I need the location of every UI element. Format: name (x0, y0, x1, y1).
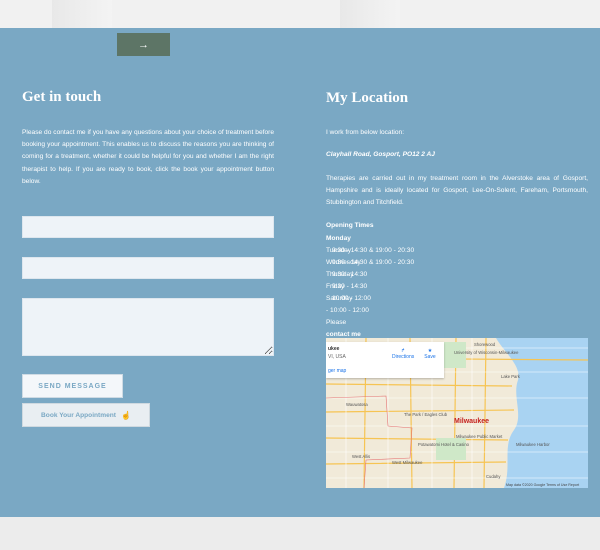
opening-times: Opening Times Monday Tuesday 9:30 - 14:3… (326, 220, 486, 340)
map-label: West Allis (352, 454, 371, 459)
hours-times: 10:00 - 12:00 (332, 295, 371, 302)
hours-times: 9:30 - 14:30 & 19:00 - 20:30 (332, 247, 415, 254)
map-attribution: Map data ©2020 Google Terms of Use Repor… (506, 483, 580, 487)
arrow-right-icon: → (138, 38, 149, 51)
embedded-google-map[interactable]: ukee VI, USA ger map ↱ Directions ★ Save M… (326, 338, 588, 488)
hours-times: 9:30 - 14:30 & 19:00 - 20:30 (332, 259, 415, 266)
map-label: The Park / Eagles Club (404, 412, 448, 417)
decorative-leaf-image (52, 0, 112, 28)
hours-day: Monday (326, 235, 351, 242)
top-hero-strip (0, 0, 600, 28)
map-city-label: Milwaukee (454, 418, 490, 425)
larger-map-link[interactable]: ger map (328, 368, 346, 374)
contact-title: Get in touch (22, 89, 102, 105)
email-input[interactable] (22, 257, 274, 279)
location-intro: I work from below location: (326, 129, 405, 136)
contact-me-link[interactable]: contact me (326, 331, 361, 338)
map-label: Lake Park (501, 374, 520, 379)
next-arrow-button[interactable]: → (117, 33, 170, 56)
save-button[interactable]: ★ Save (420, 348, 440, 360)
decorative-leaf-image (340, 0, 400, 28)
hours-times: 9:30 - 14:30 (332, 271, 368, 278)
map-label: Cudahy (486, 474, 501, 479)
save-label: Save (424, 354, 436, 360)
map-label: Shorewood (474, 342, 496, 347)
hours-note: Please (326, 319, 347, 326)
contact-description: Please do contact me if you have any que… (22, 129, 274, 185)
map-label: Wauwatosa (346, 402, 368, 407)
directions-button[interactable]: ↱ Directions (392, 348, 414, 360)
send-message-button[interactable]: SEND MESSAGE (22, 374, 123, 398)
map-label: University of Wisconsin-Milwaukee (454, 350, 519, 355)
location-address: Clayhall Road, Gosport, PO12 2 AJ (326, 151, 435, 158)
hours-times: 9:30 - 14:30 (332, 283, 368, 290)
location-title: My Location (326, 90, 409, 106)
book-appointment-button[interactable]: Book Your Appointment ☝ (22, 403, 150, 427)
location-description: Therapies are carried out in my treatmen… (326, 175, 588, 206)
bottom-strip (0, 517, 600, 550)
map-label: West Milwaukee (392, 460, 423, 465)
pointer-icon: ☝ (121, 410, 131, 420)
message-textarea[interactable] (22, 298, 274, 356)
directions-label: Directions (392, 354, 415, 360)
hours-times: - 10:00 - 12:00 (326, 307, 369, 314)
map-label: Potawatomi Hotel & Casino (418, 442, 469, 447)
opening-times-title: Opening Times (326, 222, 374, 229)
map-place-card: ukee VI, USA ger map ↱ Directions ★ Save (326, 342, 444, 378)
book-appointment-label: Book Your Appointment (41, 411, 116, 419)
map-place-subtitle: VI, USA (328, 354, 346, 360)
map-label: Milwaukee Public Market (456, 434, 503, 439)
name-input[interactable] (22, 216, 274, 238)
map-label: Milwaukee Harbor (516, 442, 550, 447)
map-place-title: ukee (328, 346, 340, 352)
